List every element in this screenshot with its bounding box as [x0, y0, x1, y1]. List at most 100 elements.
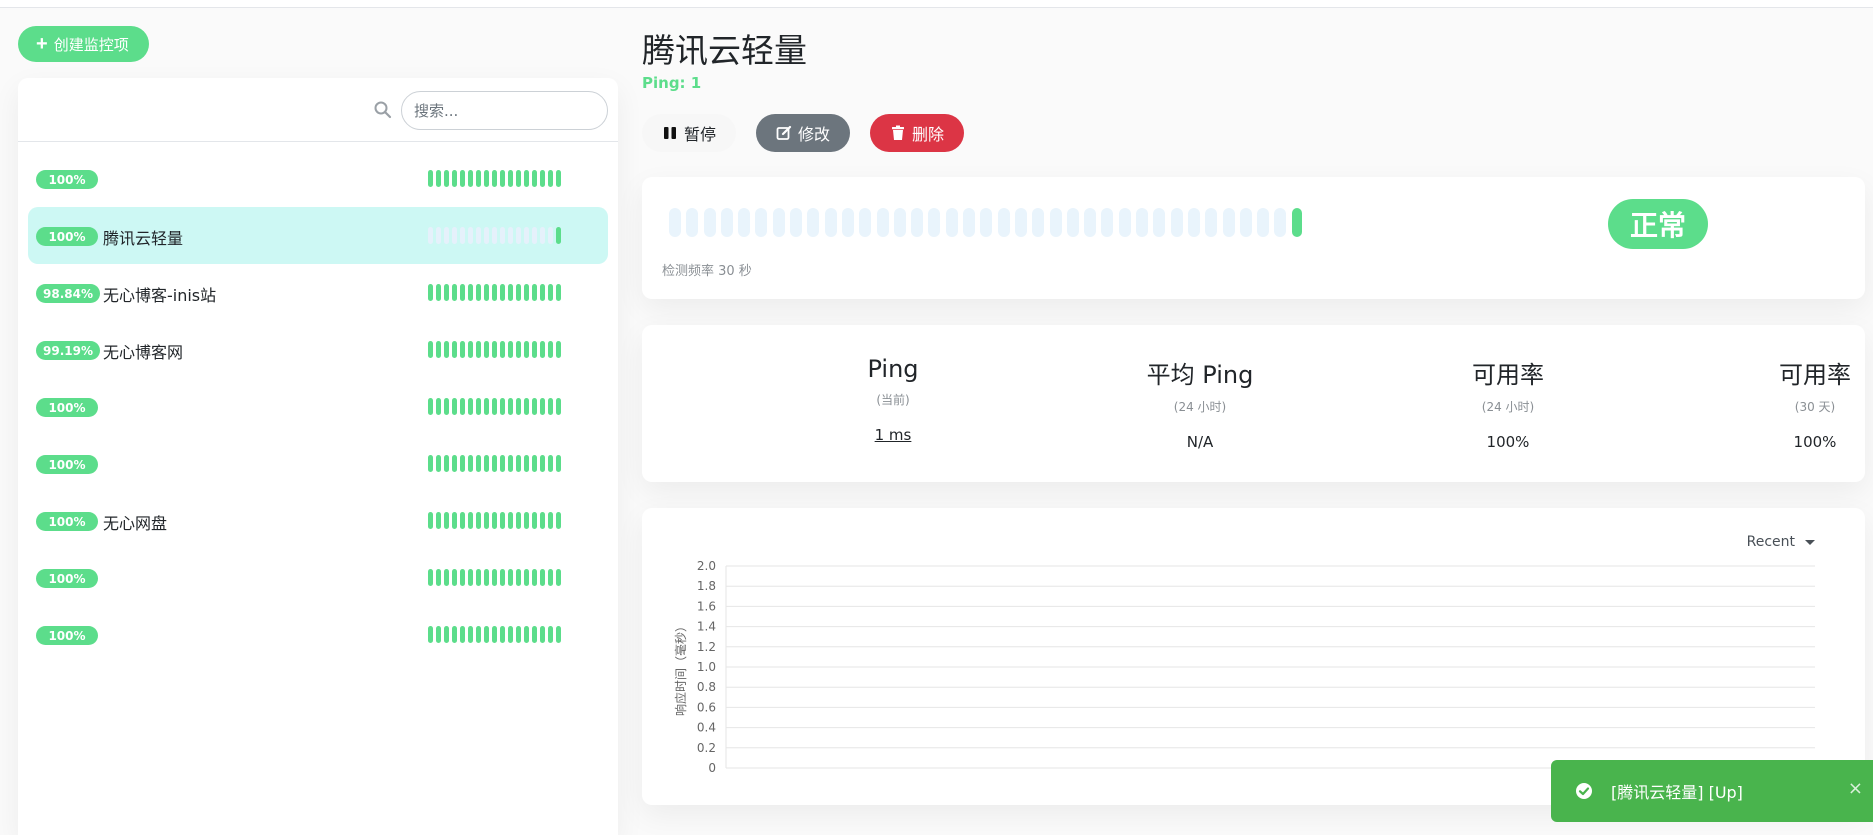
heartbeat-tick [460, 398, 465, 415]
pause-label: 暂停 [684, 125, 717, 144]
heartbeat-tick [540, 398, 545, 415]
check-interval: 检测频率 30 秒 [662, 264, 752, 279]
edit-button[interactable]: 修改 [756, 114, 851, 152]
stat-title: 可用率 [1779, 361, 1851, 389]
monitor-list-item[interactable]: 98.84% 无心博客-inis站 [28, 264, 608, 321]
heartbeat-tick [484, 170, 489, 187]
heartbeat-tick [452, 170, 457, 187]
heartbeat-tick [703, 208, 716, 237]
heartbeat-tick [460, 341, 465, 358]
stat-current-ping: Ping (当前) 1 ms [793, 355, 993, 444]
stat-value[interactable]: 1 ms [793, 426, 993, 444]
heartbeat-tick [468, 512, 473, 529]
heartbeat-tick [508, 626, 513, 643]
monitor-list-item[interactable]: 100% [28, 435, 608, 492]
heartbeat-tick [436, 455, 441, 472]
heartbeat-tick [556, 569, 561, 586]
heartbeat-tick [540, 512, 545, 529]
heartbeat-tick [484, 512, 489, 529]
uptime-badge: 100% [36, 626, 98, 645]
heartbeat-tick [484, 284, 489, 301]
check-circle-icon [1576, 783, 1592, 799]
monitor-list-item[interactable]: 100% [28, 549, 608, 606]
heartbeat-tick [508, 170, 513, 187]
heartbeat-tick [556, 227, 561, 244]
heartbeat-tick [997, 208, 1010, 237]
heartbeat-tick [436, 227, 441, 244]
heartbeat-tick [500, 170, 505, 187]
heartbeat-tick [484, 341, 489, 358]
delete-button[interactable]: 删除 [870, 114, 965, 152]
heartbeat-tick [911, 208, 924, 237]
heartbeat-tick [500, 398, 505, 415]
heartbeat-tick [669, 208, 681, 237]
heartbeat-tick [452, 398, 457, 415]
heartbeat-tick [492, 341, 497, 358]
heartbeat-tick [428, 284, 433, 301]
heartbeat-tick [516, 284, 521, 301]
heartbeat-tick [755, 208, 768, 237]
heartbeat-tick [1066, 208, 1079, 237]
uptime-badge: 100% [36, 227, 98, 246]
uptime-badge: 100% [36, 398, 98, 417]
delete-label: 删除 [912, 125, 945, 144]
search-input[interactable] [401, 91, 608, 130]
monitor-list-item[interactable]: 99.19% 无心博客网 [28, 321, 608, 378]
y-tick-label: 0.2 [697, 741, 716, 755]
close-icon[interactable]: × [1848, 778, 1863, 799]
top-bar [0, 0, 1873, 8]
monitor-list-item[interactable]: 100% [28, 606, 608, 663]
monitor-name: 腾讯云轻量 [103, 229, 184, 248]
heartbeat-tick [452, 455, 457, 472]
heartbeat-tick [508, 455, 513, 472]
heartbeat-tick [428, 170, 433, 187]
uptime-badge: 98.84% [36, 284, 100, 303]
heartbeat-tick [548, 455, 553, 472]
heartbeat-tick [444, 455, 449, 472]
monitor-list-item[interactable]: 100% 无心网盘 [28, 492, 608, 549]
heartbeat-tick [428, 341, 433, 358]
heartbeat-tick [476, 626, 481, 643]
create-monitor-button[interactable]: + 创建监控项 [18, 26, 149, 62]
heartbeat-tick [468, 569, 473, 586]
stat-value: 100% [1486, 433, 1530, 451]
y-tick-label: 1.6 [697, 599, 716, 613]
heartbeat-tick [720, 208, 733, 237]
heartbeat-tick [468, 341, 473, 358]
heartbeat-tick [460, 284, 465, 301]
mini-heartbeat-bar [428, 398, 561, 415]
heartbeat-tick [428, 569, 433, 586]
heartbeat-tick [532, 512, 537, 529]
heartbeat-tick [484, 626, 489, 643]
heartbeat-tick [524, 170, 529, 187]
stats-card: Ping (当前) 1 ms 平均 Ping (24 小时) N/A 可用率 (… [642, 325, 1865, 482]
heartbeat-tick [508, 341, 513, 358]
stat-subtitle: (24 小时) [1481, 400, 1535, 414]
monitor-list-item[interactable]: 100% [28, 378, 608, 435]
heartbeat-tick [492, 512, 497, 529]
pause-button[interactable]: 暂停 [642, 114, 737, 152]
heartbeat-tick [468, 626, 473, 643]
heartbeat-tick [500, 626, 505, 643]
stat-subtitle: (当前) [876, 393, 910, 407]
search-row [18, 78, 618, 142]
heartbeat-tick [548, 341, 553, 358]
heartbeat-tick [476, 569, 481, 586]
monitor-list: 100% 100% 腾讯云轻量 98.84% 无心博客-inis站 99.19% 无心博客网… [28, 150, 608, 663]
heartbeat-tick [556, 626, 561, 643]
heartbeat-tick [428, 227, 433, 244]
monitor-list-item[interactable]: 100% [28, 150, 608, 207]
monitor-name: 无心博客-inis站 [103, 286, 217, 305]
heartbeat-tick [524, 569, 529, 586]
heartbeat-tick [548, 170, 553, 187]
heartbeat-tick [484, 569, 489, 586]
y-tick-label: 0 [708, 761, 716, 775]
ping-target: Ping: 1 [642, 74, 702, 92]
monitor-list-item[interactable]: 100% 腾讯云轻量 [28, 207, 608, 264]
heartbeat-tick [484, 455, 489, 472]
heartbeat-tick [540, 227, 545, 244]
heartbeat-tick [436, 398, 441, 415]
heartbeat-tick [468, 398, 473, 415]
heartbeat-tick [500, 569, 505, 586]
heartbeat-tick [532, 227, 537, 244]
